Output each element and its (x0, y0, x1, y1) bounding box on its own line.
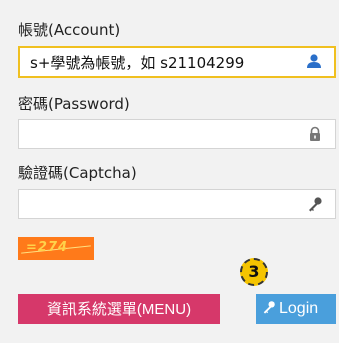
key-icon (307, 196, 323, 212)
key-icon (263, 301, 275, 314)
lock-icon (307, 126, 323, 142)
menu-button[interactable]: 資訊系統選單(MENU) (18, 294, 220, 324)
captcha-image-text: =274 (26, 240, 69, 255)
login-button-label: Login (279, 300, 319, 317)
account-value: s+學號為帳號，如 s21104299 (30, 54, 245, 72)
login-panel: 帳號(Account) s+學號為帳號，如 s21104299 密碼(Passw… (0, 0, 339, 343)
captcha-field[interactable] (18, 189, 336, 219)
password-label: 密碼(Password) (18, 95, 130, 113)
user-icon (306, 53, 322, 69)
password-field[interactable] (18, 119, 336, 149)
login-button[interactable]: Login (256, 294, 336, 324)
account-label: 帳號(Account) (18, 21, 121, 39)
captcha-label: 驗證碼(Captcha) (18, 164, 137, 182)
captcha-image[interactable]: =274 (18, 237, 94, 260)
step-badge: 3 (240, 258, 268, 286)
account-field[interactable]: s+學號為帳號，如 s21104299 (18, 46, 336, 78)
